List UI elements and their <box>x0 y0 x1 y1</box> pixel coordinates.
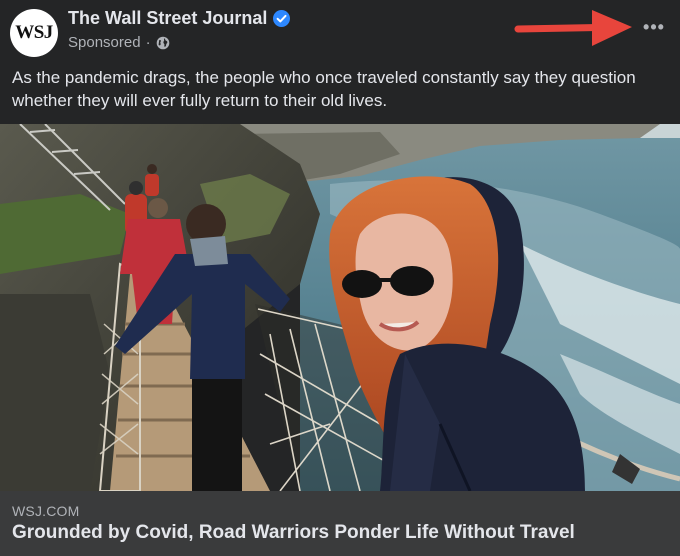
post-photo[interactable] <box>0 124 680 491</box>
sponsored-post: WSJ The Wall Street Journal Sponsored · <box>0 0 680 556</box>
link-domain: WSJ.COM <box>12 503 80 519</box>
avatar-logo-text: WSJ <box>15 22 53 43</box>
red-arrow-icon <box>514 8 636 50</box>
sponsored-label[interactable]: Sponsored <box>68 34 141 51</box>
link-preview[interactable]: WSJ.COM Grounded by Covid, Road Warriors… <box>0 491 680 556</box>
more-options-icon: ••• <box>643 16 665 37</box>
post-header: WSJ The Wall Street Journal Sponsored · <box>0 0 680 62</box>
verified-badge-icon <box>273 10 291 27</box>
page-name-row: The Wall Street Journal <box>68 8 291 29</box>
post-caption: As the pandemic drags, the people who on… <box>12 68 636 110</box>
post-meta: Sponsored · <box>68 34 170 51</box>
page-name[interactable]: The Wall Street Journal <box>68 8 267 29</box>
more-options-button[interactable]: ••• <box>636 12 672 42</box>
page-avatar[interactable]: WSJ <box>10 9 58 57</box>
link-title[interactable]: Grounded by Covid, Road Warriors Ponder … <box>12 522 672 544</box>
meta-separator: · <box>145 34 151 51</box>
globe-icon <box>156 36 170 50</box>
